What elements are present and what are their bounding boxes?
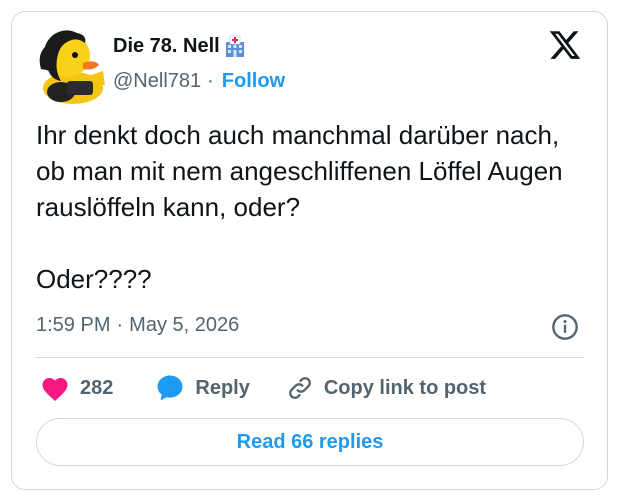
author-handle-row: @Nell781 · Follow bbox=[113, 70, 285, 93]
avatar[interactable] bbox=[31, 25, 113, 107]
tweet-time[interactable]: 1:59 PM bbox=[36, 314, 110, 337]
separator-dot: · bbox=[116, 314, 124, 336]
reply-bubble-icon bbox=[157, 375, 183, 401]
x-logo-icon[interactable] bbox=[547, 28, 583, 62]
author-handle[interactable]: @Nell781 bbox=[113, 70, 201, 93]
tweet-date[interactable]: May 5, 2026 bbox=[129, 314, 239, 337]
author-name[interactable]: Die 78. Nell bbox=[113, 35, 220, 58]
link-icon bbox=[288, 377, 311, 399]
action-bar: 282 Reply Copy link to post bbox=[36, 372, 486, 404]
copy-link-button[interactable]: Copy link to post bbox=[286, 374, 486, 402]
like-count: 282 bbox=[80, 376, 114, 399]
read-replies-button[interactable]: Read 66 replies bbox=[36, 418, 584, 466]
separator-dot: · bbox=[207, 70, 214, 92]
follow-button[interactable]: Follow bbox=[222, 70, 285, 93]
info-icon[interactable] bbox=[551, 313, 579, 341]
heart-icon bbox=[42, 378, 68, 401]
like-button[interactable]: 282 bbox=[40, 374, 113, 402]
copy-link-label: Copy link to post bbox=[323, 376, 487, 399]
reply-label: Reply bbox=[195, 376, 250, 399]
author-name-row: Die 78. Nell bbox=[113, 34, 247, 58]
tweet-text: Ihr denkt doch auch manchmal darüber nac… bbox=[36, 120, 563, 294]
divider bbox=[36, 357, 584, 358]
tweet-timestamp[interactable]: 1:59 PM · May 5, 2026 bbox=[36, 314, 239, 337]
read-replies-label: Read 66 replies bbox=[236, 430, 384, 453]
reply-button[interactable]: Reply bbox=[155, 373, 250, 403]
hospital-icon bbox=[223, 34, 247, 58]
